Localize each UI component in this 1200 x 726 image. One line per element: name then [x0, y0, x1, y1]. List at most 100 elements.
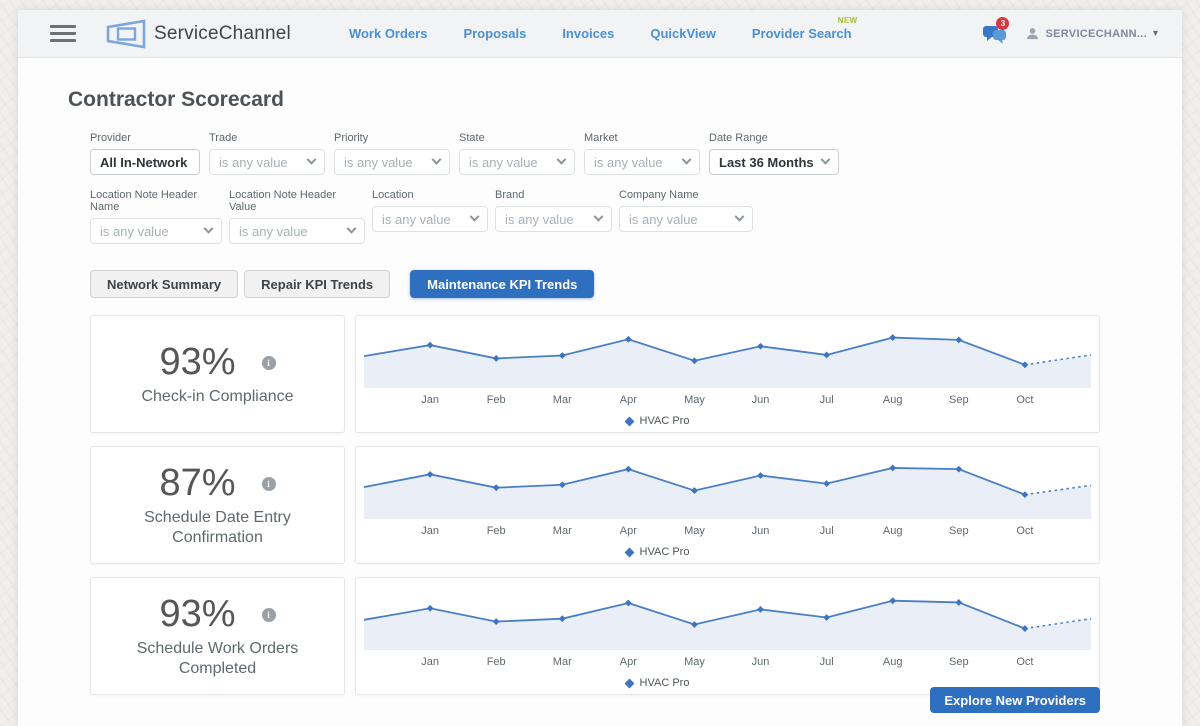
- chevron-down-icon: [307, 154, 317, 164]
- x-axis-tick-label: Oct: [1016, 525, 1033, 537]
- x-axis-tick-label: Feb: [487, 525, 506, 537]
- state-dropdown[interactable]: is any value: [459, 149, 575, 175]
- x-axis-tick-label: Oct: [1016, 656, 1033, 668]
- nav-invoices[interactable]: Invoices: [562, 26, 614, 41]
- chevron-down-icon: [347, 223, 357, 233]
- messages-icon[interactable]: 3: [982, 22, 1010, 46]
- filter-label: Market: [584, 132, 700, 144]
- tab-repair-kpi-trends[interactable]: Repair KPI Trends: [244, 270, 390, 298]
- filter-company-name: Company Name is any value: [619, 189, 753, 244]
- kpi-row-schedule-date-entry: 87% i Schedule Date Entry Confirmation J…: [90, 446, 1182, 564]
- scorecard-tabs: Network Summary Repair KPI Trends Mainte…: [90, 270, 1182, 298]
- chevron-down-icon: [821, 154, 831, 164]
- filter-location: Location is any value: [372, 189, 488, 244]
- hamburger-menu-icon[interactable]: [50, 21, 76, 46]
- location-note-header-value-dropdown[interactable]: is any value: [229, 218, 365, 244]
- tab-maintenance-kpi-trends[interactable]: Maintenance KPI Trends: [410, 270, 594, 298]
- filter-label: Provider: [90, 132, 200, 144]
- x-axis-tick-label: Oct: [1016, 394, 1033, 406]
- explore-new-providers-button[interactable]: Explore New Providers: [930, 687, 1100, 713]
- line-chart-schedule-work-orders: [364, 584, 1091, 654]
- x-axis-tick-label: Jan: [421, 394, 439, 406]
- x-axis-tick-label: Mar: [553, 394, 572, 406]
- filter-label: Brand: [495, 189, 612, 201]
- servicechannel-logo-icon: [106, 19, 146, 49]
- trade-dropdown[interactable]: is any value: [209, 149, 325, 175]
- x-axis-tick-label: Jun: [752, 525, 770, 537]
- chart-card-schedule-date-entry: JanFebMarAprMayJunJulAugSepOct HVAC Pro: [355, 446, 1100, 564]
- chevron-down-icon: ▾: [1153, 28, 1158, 39]
- info-icon[interactable]: i: [262, 608, 276, 622]
- legend-marker-icon: [624, 416, 634, 426]
- x-axis-tick-label: Sep: [949, 525, 969, 537]
- filter-label: Priority: [334, 132, 450, 144]
- user-icon: [1026, 27, 1039, 40]
- location-note-header-name-dropdown[interactable]: is any value: [90, 218, 222, 244]
- company-name-dropdown[interactable]: is any value: [619, 206, 753, 232]
- filter-label: Location Note Header Value: [229, 189, 365, 213]
- chevron-down-icon: [557, 154, 567, 164]
- page-title: Contractor Scorecard: [68, 88, 1182, 112]
- chevron-down-icon: [204, 223, 214, 233]
- x-axis-tick-label: Jun: [752, 656, 770, 668]
- x-axis-tick-label: Sep: [949, 656, 969, 668]
- legend-marker-icon: [624, 547, 634, 557]
- legend-label: HVAC Pro: [640, 546, 690, 558]
- kpi-value: 87%: [159, 462, 235, 505]
- tab-network-summary[interactable]: Network Summary: [90, 270, 238, 298]
- kpi-label: Schedule Date Entry Confirmation: [113, 508, 323, 548]
- x-axis-tick-label: Jul: [820, 656, 834, 668]
- x-axis-labels: JanFebMarAprMayJunJulAugSepOct: [364, 656, 1091, 670]
- provider-input[interactable]: All In-Network: [90, 149, 200, 175]
- filter-provider: Provider All In-Network: [90, 132, 200, 175]
- chevron-down-icon: [470, 211, 480, 221]
- x-axis-tick-label: May: [684, 394, 705, 406]
- x-axis-tick-label: Sep: [949, 394, 969, 406]
- x-axis-tick-label: Apr: [620, 656, 637, 668]
- servicechannel-logo[interactable]: ServiceChannel: [106, 19, 291, 49]
- x-axis-tick-label: Mar: [553, 525, 572, 537]
- kpi-row-checkin-compliance: 93% i Check-in Compliance JanFebMarAprMa…: [90, 315, 1182, 433]
- chart-card-schedule-work-orders: JanFebMarAprMayJunJulAugSepOct HVAC Pro: [355, 577, 1100, 695]
- x-axis-tick-label: May: [684, 656, 705, 668]
- nav-quickview[interactable]: QuickView: [650, 26, 716, 41]
- kpi-rows: 93% i Check-in Compliance JanFebMarAprMa…: [18, 315, 1182, 695]
- brand-dropdown[interactable]: is any value: [495, 206, 612, 232]
- line-chart-schedule-date-entry: [364, 453, 1091, 523]
- info-icon[interactable]: i: [262, 477, 276, 491]
- x-axis-tick-label: Aug: [883, 656, 903, 668]
- x-axis-tick-label: Jan: [421, 656, 439, 668]
- x-axis-tick-label: Apr: [620, 525, 637, 537]
- main-nav: Work Orders Proposals Invoices QuickView…: [349, 26, 852, 41]
- kpi-label: Schedule Work Orders Completed: [113, 639, 323, 679]
- filter-bar: Provider All In-Network Trade is any val…: [90, 132, 1182, 244]
- topbar-right: 3 SERVICECHANN... ▾: [982, 22, 1158, 46]
- chevron-down-icon: [594, 211, 604, 221]
- filter-location-note-header-name: Location Note Header Name is any value: [90, 189, 222, 244]
- chart-legend: HVAC Pro: [294, 415, 1021, 427]
- x-axis-tick-label: Apr: [620, 394, 637, 406]
- filter-trade: Trade is any value: [209, 132, 325, 175]
- x-axis-tick-label: Jan: [421, 525, 439, 537]
- user-menu[interactable]: SERVICECHANN... ▾: [1026, 27, 1158, 40]
- nav-provider-search[interactable]: Provider SearchNEW: [752, 26, 852, 41]
- notification-count-badge: 3: [996, 17, 1009, 30]
- filter-label: State: [459, 132, 575, 144]
- chart-card-checkin-compliance: JanFebMarAprMayJunJulAugSepOct HVAC Pro: [355, 315, 1100, 433]
- nav-proposals[interactable]: Proposals: [463, 26, 526, 41]
- x-axis-tick-label: Jun: [752, 394, 770, 406]
- info-icon[interactable]: i: [262, 356, 276, 370]
- nav-work-orders[interactable]: Work Orders: [349, 26, 428, 41]
- legend-label: HVAC Pro: [640, 415, 690, 427]
- filter-label: Trade: [209, 132, 325, 144]
- top-navigation-bar: ServiceChannel Work Orders Proposals Inv…: [18, 10, 1182, 58]
- market-dropdown[interactable]: is any value: [584, 149, 700, 175]
- priority-dropdown[interactable]: is any value: [334, 149, 450, 175]
- location-dropdown[interactable]: is any value: [372, 206, 488, 232]
- chart-legend: HVAC Pro: [294, 546, 1021, 558]
- x-axis-labels: JanFebMarAprMayJunJulAugSepOct: [364, 394, 1091, 408]
- filter-state: State is any value: [459, 132, 575, 175]
- filter-label: Location Note Header Name: [90, 189, 222, 213]
- x-axis-tick-label: Jul: [820, 525, 834, 537]
- date-range-dropdown[interactable]: Last 36 Months: [709, 149, 839, 175]
